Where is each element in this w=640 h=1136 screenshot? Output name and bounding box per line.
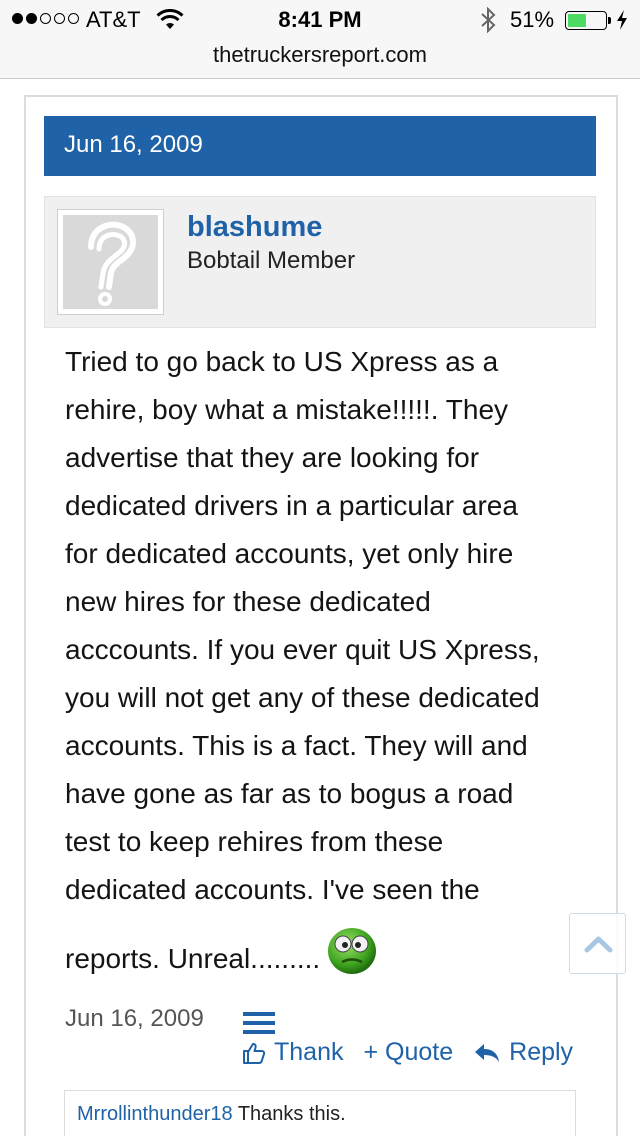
- status-bar: AT&T 8:41 PM 51%: [0, 0, 640, 40]
- message-line: reports. Unreal.........: [65, 943, 321, 974]
- message-line: accounts. This is a fact. They will and: [65, 730, 528, 761]
- green-sick-smiley-icon: [328, 928, 377, 974]
- thank-label: Thank: [274, 1038, 344, 1066]
- message-line: dedicated accounts. I've seen the: [65, 874, 480, 905]
- likes-summary: Mrrollinthunder18 Thanks this.: [64, 1090, 576, 1136]
- message-line: advertise that they are looking for: [65, 442, 480, 473]
- post-message: Tried to go back to US Xpress as a rehir…: [65, 338, 585, 983]
- author-name-link[interactable]: blashume: [187, 211, 322, 244]
- thumbs-up-icon: [243, 1042, 266, 1064]
- default-avatar-icon: [63, 215, 158, 309]
- hamburger-menu-icon[interactable]: [243, 1012, 275, 1034]
- avatar[interactable]: [57, 209, 164, 315]
- message-line: new hires for these dedicated: [65, 586, 431, 617]
- quote-button[interactable]: + Quote: [363, 1038, 453, 1067]
- author-info: blashume Bobtail Member: [44, 196, 596, 328]
- bluetooth-icon: [481, 7, 496, 33]
- battery-nub: [608, 17, 611, 24]
- battery-icon: [565, 11, 607, 30]
- charging-bolt-icon: [617, 10, 627, 30]
- reply-button[interactable]: Reply: [473, 1038, 573, 1067]
- message-line: have gone as far as to bogus a road: [65, 778, 514, 809]
- address-bar[interactable]: thetruckersreport.com: [0, 42, 640, 68]
- post-footer-date[interactable]: Jun 16, 2009: [65, 1005, 204, 1033]
- message-line: dedicated drivers in a particular area: [65, 490, 518, 521]
- liker-username-link[interactable]: Mrrollinthunder18: [77, 1103, 233, 1125]
- scroll-to-top-button[interactable]: [569, 913, 626, 974]
- post-actions: Thank + Quote Reply: [242, 1038, 573, 1067]
- likes-text: Thanks this.: [232, 1103, 346, 1125]
- battery-percentage: 51%: [510, 7, 555, 32]
- message-line: acccounts. If you ever quit US Xpress,: [65, 634, 540, 665]
- quote-label: + Quote: [363, 1038, 454, 1066]
- message-line: test to keep rehires from these: [65, 826, 444, 857]
- message-line: rehire, boy what a mistake!!!!!. They: [65, 394, 509, 425]
- browser-top-bar: AT&T 8:41 PM 51% thetruckersreport.com: [0, 0, 640, 79]
- reply-label: Reply: [509, 1038, 574, 1066]
- message-line: for dedicated accounts, yet only hire: [65, 538, 514, 569]
- message-line: Tried to go back to US Xpress as a: [65, 346, 499, 377]
- thank-button[interactable]: Thank: [242, 1038, 343, 1067]
- chevron-up-icon: [584, 936, 613, 953]
- message-line-last: reports. Unreal.........: [65, 924, 585, 983]
- author-title: Bobtail Member: [187, 247, 356, 274]
- post-header-date: Jun 16, 2009: [44, 116, 596, 176]
- message-line: you will not get any of these dedicated: [65, 682, 540, 713]
- reply-arrow-icon: [475, 1043, 500, 1062]
